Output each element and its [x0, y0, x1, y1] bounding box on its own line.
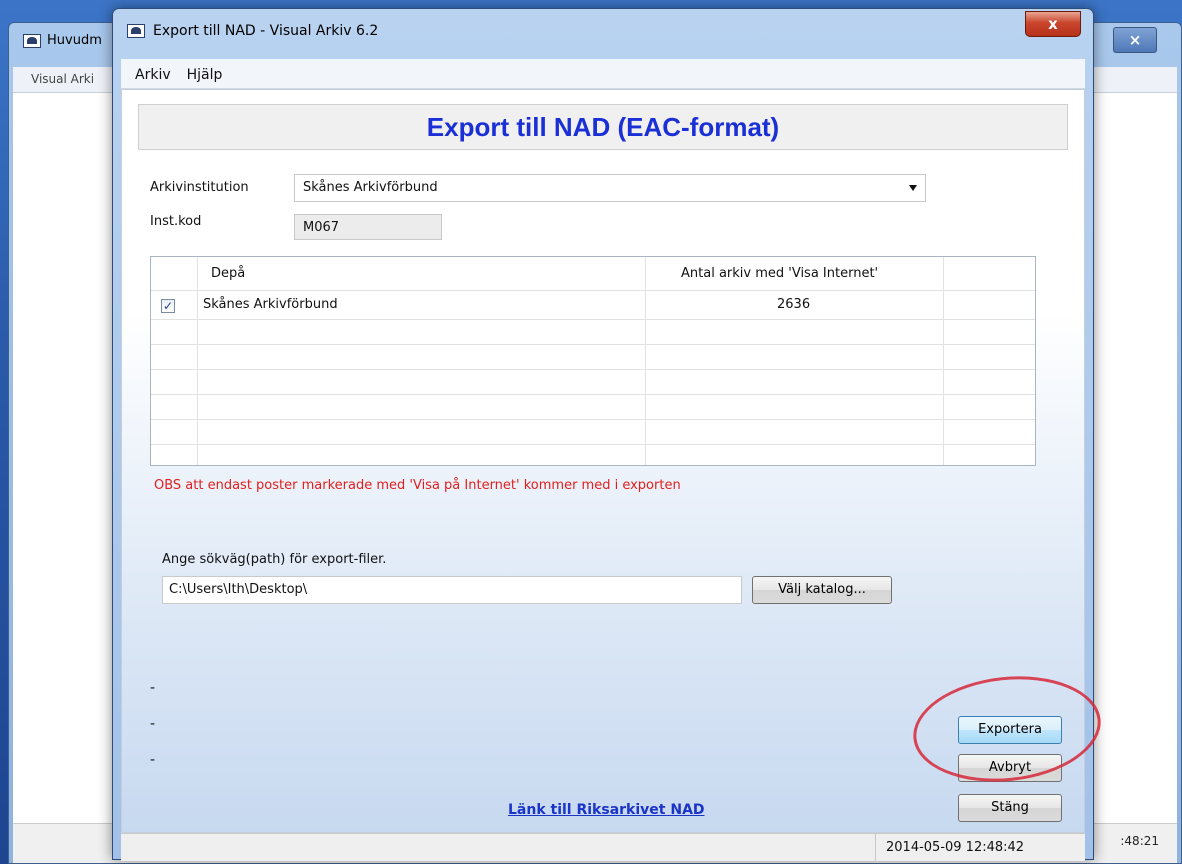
export-path-value: C:\Users\Ith\Desktop\	[169, 582, 308, 597]
grid-column-divider	[197, 257, 198, 465]
background-close-button[interactable]: ×	[1113, 27, 1157, 53]
instkod-value: M067	[303, 220, 340, 235]
grid-header-row: Depå Antal arkiv med 'Visa Internet'	[151, 257, 1035, 291]
row-checkbox[interactable]: ✓	[161, 299, 175, 313]
app-eye-icon	[127, 24, 145, 38]
row-depa-cell: Skånes Arkivförbund	[203, 297, 338, 312]
dropdown-arrow-icon[interactable]	[909, 185, 917, 191]
background-menu-text[interactable]: Visual Arki	[31, 72, 94, 86]
status-datetime-pane: 2014-05-09 12:48:42	[875, 834, 1085, 862]
status-datetime: 2014-05-09 12:48:42	[886, 840, 1025, 855]
riksarkivet-nad-link[interactable]: Länk till Riksarkivet NAD	[508, 802, 705, 818]
column-header-antal[interactable]: Antal arkiv med 'Visa Internet'	[681, 266, 878, 281]
row-antal-cell: 2636	[777, 297, 811, 312]
menu-bar: Arkiv Hjälp	[121, 59, 1085, 89]
export-warning-text: OBS att endast poster markerade med 'Vis…	[154, 478, 681, 493]
table-row-empty	[151, 345, 1035, 370]
app-eye-icon	[23, 33, 41, 48]
background-status-time: :48:21	[1120, 834, 1159, 848]
close-button[interactable]: Stäng	[958, 794, 1062, 822]
table-row[interactable]: ✓ Skånes Arkivförbund 2636	[151, 291, 1035, 320]
menu-item-arkiv[interactable]: Arkiv	[135, 67, 171, 88]
window-close-button[interactable]: x	[1025, 11, 1081, 37]
table-row-empty	[151, 420, 1035, 445]
institution-label: Arkivinstitution	[150, 180, 249, 195]
export-dialog-window: Export till NAD - Visual Arkiv 6.2 x Ark…	[112, 8, 1106, 862]
grid-column-divider	[943, 257, 944, 465]
dialog-title-bar: Export till NAD - Visual Arkiv 6.2	[127, 23, 378, 39]
table-row-empty	[151, 395, 1035, 420]
status-dash-3: -	[150, 752, 156, 768]
export-path-input[interactable]: C:\Users\Ith\Desktop\	[162, 576, 742, 604]
table-row-empty	[151, 370, 1035, 395]
choose-directory-button[interactable]: Välj katalog...	[752, 576, 892, 604]
instkod-label: Inst.kod	[150, 214, 202, 229]
grid-column-divider	[645, 257, 646, 465]
depa-grid: Depå Antal arkiv med 'Visa Internet' ✓ S…	[150, 256, 1036, 466]
institution-select-value: Skånes Arkivförbund	[303, 180, 438, 195]
institution-select[interactable]: Skånes Arkivförbund	[294, 174, 926, 202]
dialog-status-bar: 2014-05-09 12:48:42	[121, 833, 1085, 862]
status-dash-1: -	[150, 680, 156, 696]
table-row-empty	[151, 320, 1035, 345]
path-label: Ange sökväg(path) för export-filer.	[162, 552, 387, 567]
column-header-depa[interactable]: Depå	[211, 266, 245, 281]
background-window-title-text: Huvudm	[47, 33, 102, 48]
menu-item-hjalp[interactable]: Hjälp	[187, 67, 223, 88]
instkod-field: M067	[294, 214, 442, 240]
page-title: Export till NAD (EAC-format)	[138, 104, 1068, 150]
background-window-title: Huvudm	[23, 33, 102, 48]
dialog-title-text: Export till NAD - Visual Arkiv 6.2	[153, 23, 379, 39]
status-dash-2: -	[150, 716, 156, 732]
